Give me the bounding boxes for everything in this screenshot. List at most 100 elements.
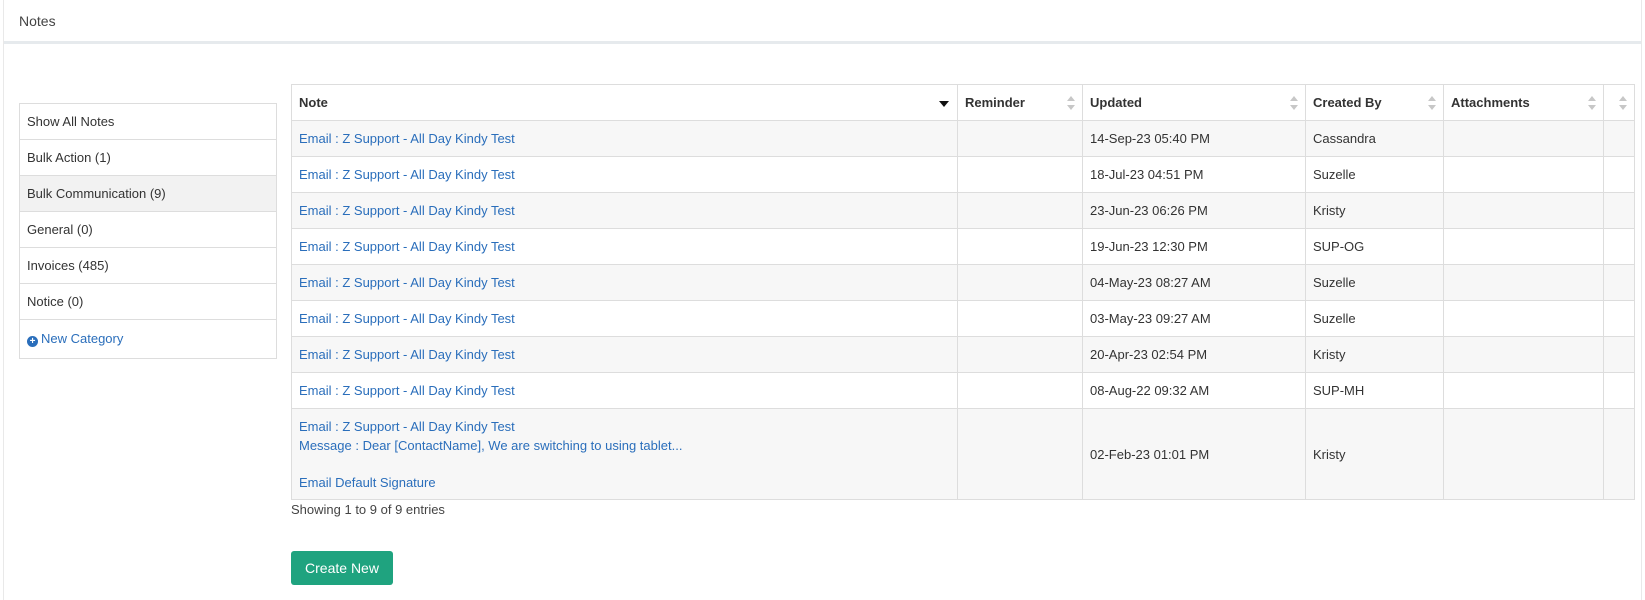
note-link[interactable]: Email : Z Support - All Day Kindy Test bbox=[299, 275, 515, 290]
table-info-text: Showing 1 to 9 of 9 entries bbox=[291, 502, 445, 517]
note-link[interactable]: Email : Z Support - All Day Kindy Test bbox=[299, 417, 950, 436]
sort-icon bbox=[1290, 96, 1298, 110]
category-bulk-communication[interactable]: Bulk Communication (9) bbox=[20, 176, 276, 212]
notes-table-container: Note Reminder Updated Created By Attachm… bbox=[291, 84, 1635, 500]
new-category-link[interactable]: + New Category bbox=[20, 320, 276, 359]
note-link[interactable]: Email : Z Support - All Day Kindy Test bbox=[299, 203, 515, 218]
notes-panel: Notes Show All Notes Bulk Action (1) Bul… bbox=[3, 0, 1642, 600]
actions-cell bbox=[1603, 408, 1635, 500]
reminder-cell bbox=[957, 156, 1083, 193]
sort-desc-icon bbox=[939, 101, 949, 107]
updated-cell: 08-Aug-22 09:32 AM bbox=[1082, 372, 1306, 409]
category-bulk-action[interactable]: Bulk Action (1) bbox=[20, 140, 276, 176]
column-header-attachments[interactable]: Attachments bbox=[1443, 84, 1604, 121]
category-list: Show All Notes Bulk Action (1) Bulk Comm… bbox=[19, 103, 277, 359]
column-header-created-by[interactable]: Created By bbox=[1305, 84, 1444, 121]
note-cell: Email : Z Support - All Day Kindy Test bbox=[291, 264, 958, 301]
created-by-cell: SUP-OG bbox=[1305, 228, 1444, 265]
actions-cell bbox=[1603, 336, 1635, 373]
table-header-row: Note Reminder Updated Created By Attachm… bbox=[291, 84, 1635, 121]
actions-cell bbox=[1603, 264, 1635, 301]
table-row: Email : Z Support - All Day Kindy Test 1… bbox=[291, 156, 1635, 193]
column-header-reminder[interactable]: Reminder bbox=[957, 84, 1083, 121]
note-cell: Email : Z Support - All Day Kindy Test bbox=[291, 156, 958, 193]
category-invoices[interactable]: Invoices (485) bbox=[20, 248, 276, 284]
plus-circle-icon: + bbox=[27, 336, 38, 347]
table-row: Email : Z Support - All Day Kindy Test 2… bbox=[291, 336, 1635, 373]
table-row: Email : Z Support - All Day Kindy Test 0… bbox=[291, 300, 1635, 337]
sort-icon bbox=[1067, 96, 1075, 110]
notes-table: Note Reminder Updated Created By Attachm… bbox=[291, 84, 1635, 500]
note-cell: Email : Z Support - All Day Kindy Test bbox=[291, 336, 958, 373]
reminder-cell bbox=[957, 120, 1083, 157]
note-link[interactable]: Email : Z Support - All Day Kindy Test bbox=[299, 167, 515, 182]
updated-cell: 19-Jun-23 12:30 PM bbox=[1082, 228, 1306, 265]
note-cell: Email : Z Support - All Day Kindy Test bbox=[291, 300, 958, 337]
created-by-cell: SUP-MH bbox=[1305, 372, 1444, 409]
created-by-cell: Suzelle bbox=[1305, 264, 1444, 301]
note-message-link[interactable]: Message : Dear [ContactName], We are swi… bbox=[299, 436, 950, 455]
attachments-cell bbox=[1443, 300, 1604, 337]
table-row: Email : Z Support - All Day Kindy Test 0… bbox=[291, 372, 1635, 409]
attachments-cell bbox=[1443, 228, 1604, 265]
column-header-actions[interactable] bbox=[1603, 84, 1635, 121]
note-cell: Email : Z Support - All Day Kindy Test M… bbox=[291, 408, 958, 500]
note-cell: Email : Z Support - All Day Kindy Test bbox=[291, 372, 958, 409]
attachments-cell bbox=[1443, 408, 1604, 500]
attachments-cell bbox=[1443, 192, 1604, 229]
actions-cell bbox=[1603, 192, 1635, 229]
reminder-cell bbox=[957, 192, 1083, 229]
updated-cell: 20-Apr-23 02:54 PM bbox=[1082, 336, 1306, 373]
created-by-cell: Suzelle bbox=[1305, 300, 1444, 337]
updated-cell: 23-Jun-23 06:26 PM bbox=[1082, 192, 1306, 229]
table-row: Email : Z Support - All Day Kindy Test M… bbox=[291, 408, 1635, 500]
note-link[interactable]: Email : Z Support - All Day Kindy Test bbox=[299, 383, 515, 398]
updated-cell: 02-Feb-23 01:01 PM bbox=[1082, 408, 1306, 500]
actions-cell bbox=[1603, 156, 1635, 193]
note-link[interactable]: Email : Z Support - All Day Kindy Test bbox=[299, 131, 515, 146]
note-cell: Email : Z Support - All Day Kindy Test bbox=[291, 192, 958, 229]
updated-cell: 04-May-23 08:27 AM bbox=[1082, 264, 1306, 301]
note-lines: Email : Z Support - All Day Kindy Test M… bbox=[299, 417, 950, 492]
created-by-cell: Kristy bbox=[1305, 336, 1444, 373]
new-category-label: New Category bbox=[41, 331, 124, 346]
reminder-cell bbox=[957, 336, 1083, 373]
note-cell: Email : Z Support - All Day Kindy Test bbox=[291, 228, 958, 265]
note-cell: Email : Z Support - All Day Kindy Test bbox=[291, 120, 958, 157]
created-by-cell: Suzelle bbox=[1305, 156, 1444, 193]
actions-cell bbox=[1603, 372, 1635, 409]
column-header-updated[interactable]: Updated bbox=[1082, 84, 1306, 121]
reminder-cell bbox=[957, 228, 1083, 265]
sort-icon bbox=[1428, 96, 1436, 110]
category-show-all-notes[interactable]: Show All Notes bbox=[20, 104, 276, 140]
category-general[interactable]: General (0) bbox=[20, 212, 276, 248]
created-by-cell: Cassandra bbox=[1305, 120, 1444, 157]
actions-cell bbox=[1603, 120, 1635, 157]
updated-cell: 18-Jul-23 04:51 PM bbox=[1082, 156, 1306, 193]
actions-cell bbox=[1603, 300, 1635, 337]
panel-title: Notes bbox=[4, 0, 1641, 44]
updated-cell: 03-May-23 09:27 AM bbox=[1082, 300, 1306, 337]
updated-cell: 14-Sep-23 05:40 PM bbox=[1082, 120, 1306, 157]
created-by-cell: Kristy bbox=[1305, 192, 1444, 229]
note-link[interactable]: Email : Z Support - All Day Kindy Test bbox=[299, 239, 515, 254]
attachments-cell bbox=[1443, 156, 1604, 193]
table-row: Email : Z Support - All Day Kindy Test 1… bbox=[291, 120, 1635, 157]
created-by-cell: Kristy bbox=[1305, 408, 1444, 500]
table-row: Email : Z Support - All Day Kindy Test 2… bbox=[291, 192, 1635, 229]
attachments-cell bbox=[1443, 372, 1604, 409]
sort-icon bbox=[1588, 96, 1596, 110]
sort-icon bbox=[1619, 96, 1627, 110]
note-link[interactable]: Email : Z Support - All Day Kindy Test bbox=[299, 347, 515, 362]
note-link[interactable]: Email : Z Support - All Day Kindy Test bbox=[299, 311, 515, 326]
column-header-note[interactable]: Note bbox=[291, 84, 958, 121]
note-signature-link[interactable]: Email Default Signature bbox=[299, 473, 950, 492]
reminder-cell bbox=[957, 372, 1083, 409]
category-notice[interactable]: Notice (0) bbox=[20, 284, 276, 320]
reminder-cell bbox=[957, 300, 1083, 337]
reminder-cell bbox=[957, 408, 1083, 500]
reminder-cell bbox=[957, 264, 1083, 301]
create-new-button[interactable]: Create New bbox=[291, 551, 393, 585]
table-row: Email : Z Support - All Day Kindy Test 1… bbox=[291, 228, 1635, 265]
